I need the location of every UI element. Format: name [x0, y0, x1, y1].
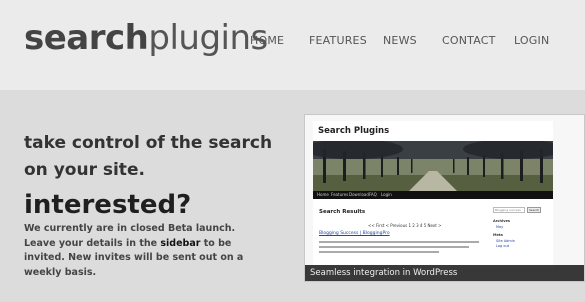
screenshot-search-button-label: Search: [529, 208, 540, 212]
headline: interested?: [24, 190, 192, 220]
tagline: take control of the search on your site.: [24, 133, 273, 180]
screenshot-menu-faq[interactable]: FAQ: [369, 192, 377, 197]
nav-news[interactable]: NEWS: [383, 33, 417, 49]
screenshot-menu-features[interactable]: Features: [331, 192, 348, 197]
screenshot-search-input[interactable]: Blogging success: [493, 207, 525, 213]
main-nav: HOME FEATURES NEWS CONTACT LOGIN: [0, 33, 585, 49]
screenshot-result-link[interactable]: Blogging Success | BloggingPro: [319, 231, 390, 236]
nav-login[interactable]: LOGIN: [514, 33, 549, 49]
screenshot-meta-site-admin[interactable]: Site Admin: [496, 239, 515, 243]
screenshot-text-line: [319, 246, 469, 248]
screenshot-menu-download[interactable]: Download: [349, 192, 369, 197]
screenshot-text-line: [319, 241, 479, 243]
screenshot-pagination[interactable]: << First < Previous 1 2 3 4 5 Next >: [368, 223, 442, 228]
tree-avenue-image: [313, 141, 553, 191]
screenshot-text-line: [319, 251, 439, 253]
screenshot-menu-bar: Home Features Download FAQ Login: [313, 191, 553, 199]
screenshot-meta-log-out[interactable]: Log out: [496, 244, 509, 248]
description: We currently are in closed Beta launch. …: [24, 222, 249, 280]
screenshot-caption: Seamless integration in WordPress: [305, 265, 584, 281]
screenshot-search-button[interactable]: Search: [527, 207, 541, 213]
screenshot-caption-text: Seamless integration in WordPress: [310, 268, 458, 278]
wordpress-screenshot: Search Plugins Home Features Download FA…: [304, 114, 585, 282]
nav-home[interactable]: HOME: [250, 33, 284, 49]
screenshot-meta-heading: Meta: [493, 233, 503, 237]
screenshot-header-image: [313, 141, 553, 191]
screenshot-sidebar: Blogging success Search Archives May Met…: [493, 207, 549, 267]
screenshot-menu-login[interactable]: Login: [381, 192, 392, 197]
screenshot-archives-item[interactable]: May: [496, 225, 503, 229]
sidebar-emphasis: sidebar: [160, 237, 201, 249]
nav-features[interactable]: FEATURES: [309, 33, 367, 49]
screenshot-search-placeholder: Blogging success: [495, 208, 521, 212]
screenshot-site-title: Search Plugins: [318, 126, 390, 136]
site-header: searchplugins HOME FEATURES NEWS CONTACT…: [0, 0, 585, 90]
screenshot-results-heading: Search Results: [319, 209, 366, 215]
screenshot-page: Search Plugins Home Features Download FA…: [313, 121, 553, 269]
nav-contact[interactable]: CONTACT: [442, 33, 496, 49]
screenshot-menu-home[interactable]: Home: [317, 192, 329, 197]
screenshot-archives-heading: Archives: [493, 219, 510, 223]
